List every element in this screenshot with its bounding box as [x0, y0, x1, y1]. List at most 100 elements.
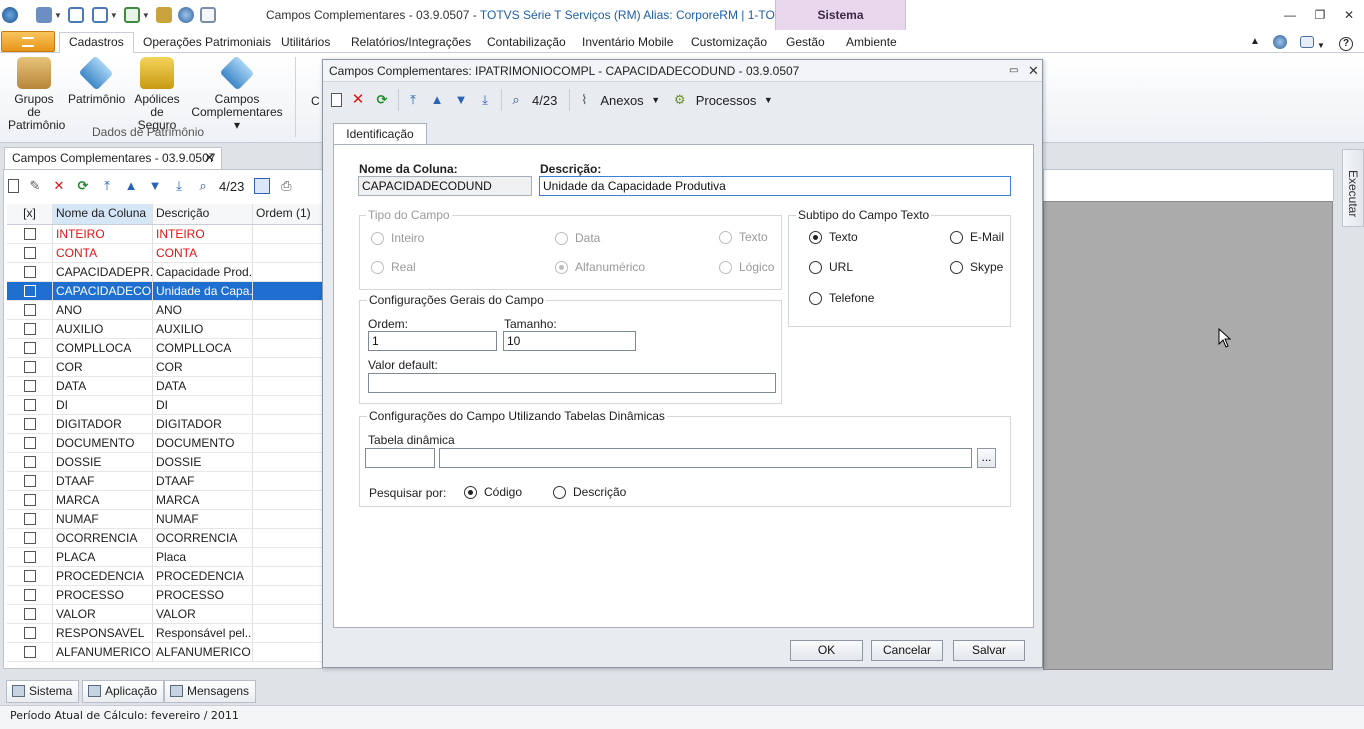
previous-record-icon[interactable]: ▲	[123, 178, 139, 194]
first-record-icon[interactable]: ⤒	[99, 178, 115, 194]
new-icon[interactable]	[331, 93, 342, 107]
table-row[interactable]: ALFANUMERICO ALFANUMERICO	[7, 643, 325, 662]
file-menu-button[interactable]	[1, 31, 55, 52]
row-checkbox[interactable]	[23, 228, 36, 240]
row-checkbox[interactable]	[23, 361, 36, 373]
table-row[interactable]: PROCEDENCIA PROCEDENCIA	[7, 567, 325, 586]
table-row[interactable]: CONTA CONTA	[7, 244, 325, 263]
close-window-button[interactable]: ✕	[1342, 8, 1356, 22]
row-checkbox[interactable]	[23, 323, 36, 335]
tabela-dinamica-code-field[interactable]	[365, 448, 435, 468]
column-header-descricao[interactable]: Descrição	[153, 204, 253, 224]
radio-alfanumerico[interactable]: Alfanumérico	[555, 260, 645, 274]
table-row[interactable]: INTEIRO INTEIRO	[7, 225, 325, 244]
tamanho-field[interactable]: 10	[503, 331, 636, 351]
last-record-icon[interactable]: ⤓	[171, 178, 187, 194]
next-record-icon[interactable]: ▼	[147, 178, 163, 194]
minimize-button[interactable]: —	[1283, 8, 1297, 22]
table-row[interactable]: PROCESSO PROCESSO	[7, 586, 325, 605]
row-checkbox[interactable]	[23, 437, 36, 449]
help-icon[interactable]: ?	[1339, 33, 1353, 53]
context-tab-sistema[interactable]: Sistema	[775, 0, 906, 30]
close-dialog-icon[interactable]: ✕	[1028, 60, 1039, 82]
column-header-select[interactable]: [x]	[7, 204, 53, 224]
radio-subtipo-url[interactable]: URL	[809, 260, 853, 274]
table-row[interactable]: DOCUMENTO DOCUMENTO	[7, 434, 325, 453]
table-row[interactable]: CAPACIDADEPR... Capacidade Prod...	[7, 263, 325, 282]
export-icon[interactable]	[123, 7, 140, 23]
help-globe-icon[interactable]	[1273, 33, 1287, 53]
table-row[interactable]: DOSSIE DOSSIE	[7, 453, 325, 472]
row-checkbox[interactable]	[23, 513, 36, 525]
table-row[interactable]: PLACA Placa	[7, 548, 325, 567]
chevron-down-icon[interactable]: ▼	[760, 92, 776, 108]
grupos-patrimonio-button[interactable]: Grupos de Patrimônio	[8, 57, 65, 132]
binoculars-icon[interactable]: ⌕	[508, 92, 524, 108]
row-checkbox[interactable]	[23, 475, 36, 487]
tab-customizacao[interactable]: Customização	[691, 33, 767, 53]
campos-complementares-button[interactable]: Campos Complementares ▾	[190, 55, 284, 132]
window-icon[interactable]	[91, 7, 108, 23]
cancel-button[interactable]: Cancelar	[871, 640, 943, 661]
app-logo-icon[interactable]	[2, 7, 18, 23]
row-checkbox[interactable]	[23, 551, 36, 563]
row-checkbox[interactable]	[23, 247, 36, 259]
table-row[interactable]: AUXILIO AUXILIO	[7, 320, 325, 339]
radio-subtipo-texto[interactable]: Texto	[809, 230, 858, 244]
save-button[interactable]: Salvar	[953, 640, 1025, 661]
document-tab[interactable]: Campos Complementares - 03.9.0507 ✕	[4, 147, 222, 169]
table-row[interactable]: DI DI	[7, 396, 325, 415]
row-checkbox[interactable]	[23, 418, 36, 430]
radio-inteiro[interactable]: Inteiro	[371, 231, 424, 245]
grid-view-icon[interactable]	[254, 178, 271, 194]
table-row[interactable]: CAPACIDADECO... Unidade da Capa...	[7, 282, 325, 301]
refresh-icon[interactable]: ⟳	[374, 92, 390, 108]
row-checkbox[interactable]	[23, 456, 36, 468]
radio-pesquisar-codigo[interactable]: Código	[464, 485, 522, 499]
radio-real[interactable]: Real	[371, 260, 416, 274]
collapse-ribbon-icon[interactable]: ▲	[1250, 33, 1260, 53]
table-row[interactable]: COMPLLOCA COMPLLOCA	[7, 339, 325, 358]
table-row[interactable]: DTAAF DTAAF	[7, 472, 325, 491]
layout-icon[interactable]: ▼	[1300, 33, 1325, 53]
radio-subtipo-skype[interactable]: Skype	[950, 260, 1003, 274]
row-checkbox[interactable]	[23, 399, 36, 411]
table-row[interactable]: ANO ANO	[7, 301, 325, 320]
next-record-icon[interactable]: ▼	[453, 92, 469, 108]
column-header-ordem[interactable]: Ordem (1)	[253, 204, 325, 224]
chevron-down-icon[interactable]: ▼	[142, 11, 150, 20]
executar-side-tab[interactable]: Executar	[1342, 149, 1364, 227]
table-row[interactable]: VALOR VALOR	[7, 605, 325, 624]
tabela-dinamica-browse-button[interactable]: ...	[977, 448, 996, 468]
row-checkbox[interactable]	[23, 266, 36, 278]
chevron-down-icon[interactable]: ▼	[54, 11, 62, 20]
copy-icon[interactable]	[199, 7, 216, 23]
tab-operacoes-patrimoniais[interactable]: Operações Patrimoniais	[143, 33, 271, 53]
ordem-field[interactable]: 1	[368, 331, 497, 351]
row-checkbox[interactable]	[23, 285, 36, 297]
table-row[interactable]: COR COR	[7, 358, 325, 377]
anexos-menu[interactable]: Anexos	[600, 93, 643, 108]
maximize-dialog-icon[interactable]: ▭	[1009, 60, 1018, 82]
refresh-icon[interactable]: ⟳	[75, 178, 91, 194]
row-checkbox[interactable]	[23, 342, 36, 354]
radio-logico[interactable]: Lógico	[719, 260, 774, 274]
monitor-icon[interactable]	[67, 7, 84, 23]
bottom-tab-aplicacao[interactable]: Aplicação	[82, 680, 165, 703]
radio-subtipo-email[interactable]: E-Mail	[950, 230, 1004, 244]
ok-button[interactable]: OK	[790, 640, 863, 661]
bottom-tab-mensagens[interactable]: Mensagens	[164, 680, 257, 703]
tab-ambiente[interactable]: Ambiente	[846, 33, 897, 53]
ribbon-item-partial[interactable]: C	[311, 95, 320, 108]
apolices-seguro-button[interactable]: Apólices de Seguro	[130, 57, 184, 132]
previous-record-icon[interactable]: ▲	[429, 92, 445, 108]
print-icon[interactable]: ⎙	[278, 178, 294, 194]
bottom-tab-sistema[interactable]: Sistema	[6, 680, 80, 703]
tab-utilitarios[interactable]: Utilitários	[281, 33, 330, 53]
tab-inventario-mobile[interactable]: Inventário Mobile	[582, 33, 673, 53]
table-row[interactable]: NUMAF NUMAF	[7, 510, 325, 529]
first-record-icon[interactable]: ⤒	[405, 92, 421, 108]
globe-icon[interactable]	[177, 7, 194, 23]
column-header-nome[interactable]: Nome da Coluna	[53, 204, 153, 224]
row-checkbox[interactable]	[23, 494, 36, 506]
